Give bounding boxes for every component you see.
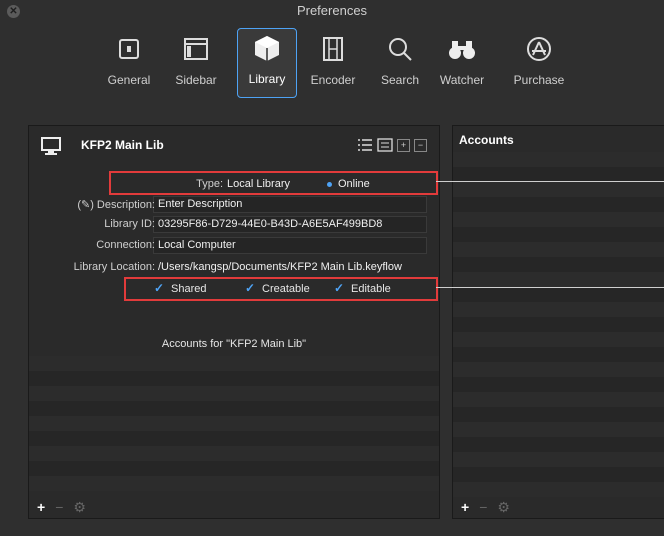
callout-line-checkboxes (436, 287, 664, 288)
accounts-for-label: Accounts for "KFP2 Main Lib" (161, 338, 307, 350)
library-header-tools: + − (357, 138, 427, 152)
accounts-bottom-bar: + − ⚙ (453, 496, 510, 518)
library-id-label: Library ID: (104, 218, 155, 230)
add-account-button[interactable]: + (461, 499, 469, 515)
title-bar: ✕ Preferences (0, 0, 664, 22)
encoder-icon (323, 37, 343, 61)
connection-value: Local Computer (158, 239, 236, 251)
tab-encoder[interactable]: Encoder (304, 30, 362, 96)
accounts-panel: Accounts + − ⚙ (452, 125, 664, 519)
app-store-icon (527, 37, 551, 61)
description-row: (✎) Description: Enter Description (29, 198, 439, 213)
gear-icon[interactable]: ⚙ (497, 499, 510, 516)
gear-icon[interactable]: ⚙ (73, 499, 86, 516)
highlight-box-type (109, 171, 438, 195)
library-bottom-bar: + − ⚙ (29, 496, 86, 518)
general-icon (119, 39, 139, 59)
library-header: KFP2 Main Lib + − (29, 126, 439, 166)
library-id-row: Library ID: 03295F86-D729-44E0-B43D-A6E5… (29, 218, 439, 233)
library-image-icon[interactable] (377, 138, 393, 152)
preferences-toolbar: General Sidebar Library Encoder Search W… (0, 28, 664, 105)
tab-library[interactable]: Library (237, 28, 297, 98)
description-label: (✎) Description: (77, 199, 155, 211)
binoculars-icon (449, 41, 475, 59)
close-button[interactable]: ✕ (7, 5, 20, 18)
remove-button[interactable]: − (55, 499, 63, 515)
tab-watcher[interactable]: Watcher (433, 30, 491, 96)
connection-row: Connection: Local Computer (29, 239, 439, 254)
description-input[interactable]: Enter Description (158, 198, 242, 210)
remove-small-button[interactable]: − (414, 138, 427, 152)
preferences-window: ✕ Preferences General Sidebar Library En… (0, 0, 664, 536)
tab-general[interactable]: General (100, 30, 158, 96)
location-value: /Users/kangsp/Documents/KFP2 Main Lib.ke… (158, 261, 402, 273)
tab-purchase[interactable]: Purchase (508, 30, 570, 96)
connection-label: Connection: (96, 239, 155, 251)
search-icon (389, 38, 412, 61)
library-accounts-list[interactable] (29, 356, 439, 491)
location-row: Library Location: /Users/kangsp/Document… (29, 261, 439, 276)
accounts-list[interactable] (453, 152, 664, 497)
list-icon[interactable] (357, 138, 373, 152)
accounts-title: Accounts (459, 133, 514, 147)
tab-search[interactable]: Search (371, 30, 429, 96)
location-label: Library Location: (73, 261, 155, 273)
sidebar-icon (184, 38, 208, 60)
library-id-value: 03295F86-D729-44E0-B43D-A6E5AF499BD8 (158, 218, 383, 230)
library-icon (255, 36, 279, 61)
library-title: KFP2 Main Lib (81, 138, 164, 152)
monitor-icon (41, 137, 61, 155)
callout-line-type (436, 181, 664, 182)
window-title: Preferences (296, 3, 368, 18)
add-small-button[interactable]: + (397, 138, 410, 152)
tab-sidebar[interactable]: Sidebar (167, 30, 225, 96)
remove-account-button[interactable]: − (479, 499, 487, 515)
highlight-box-checkboxes (124, 277, 438, 301)
add-button[interactable]: + (37, 499, 45, 515)
